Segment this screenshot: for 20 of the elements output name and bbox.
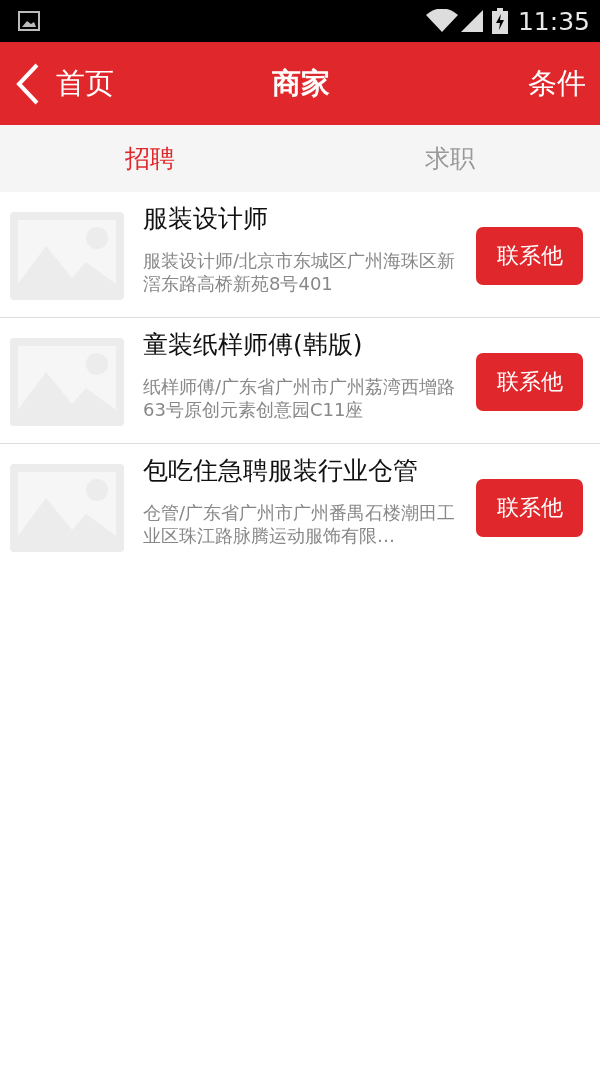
image-icon	[18, 11, 40, 31]
tab[interactable]: 招聘	[0, 125, 300, 192]
listing-title: 服装设计师	[143, 203, 269, 235]
back-button[interactable]: 首页	[16, 62, 272, 105]
signal-icon	[459, 9, 484, 33]
listing-description: 仓管/广东省广州市广州番禺石楼潮田工业区珠江路脉腾运动服饰有限…	[143, 501, 457, 547]
listing-title: 童装纸样师傅(韩版)	[143, 329, 364, 361]
filter-button[interactable]: 条件	[330, 63, 586, 104]
tab[interactable]: 求职	[300, 125, 600, 192]
back-icon	[16, 62, 40, 105]
listing-description: 纸样师傅/广东省广州市广州荔湾西增路63号原创元素创意园C11座	[143, 375, 457, 421]
contact-button[interactable]: 联系他	[476, 479, 583, 537]
listing-title: 包吃住急聘服装行业仓管	[143, 455, 419, 487]
contact-button[interactable]: 联系他	[476, 227, 583, 285]
wifi-icon	[425, 9, 458, 33]
battery-icon	[491, 8, 508, 34]
clock-time: 11:35	[517, 6, 590, 36]
contact-button[interactable]: 联系他	[476, 353, 583, 411]
page-title: 商家	[272, 64, 330, 102]
listing-description: 服装设计师/北京市东城区广州海珠区新滘东路高桥新苑8号401	[143, 249, 457, 295]
